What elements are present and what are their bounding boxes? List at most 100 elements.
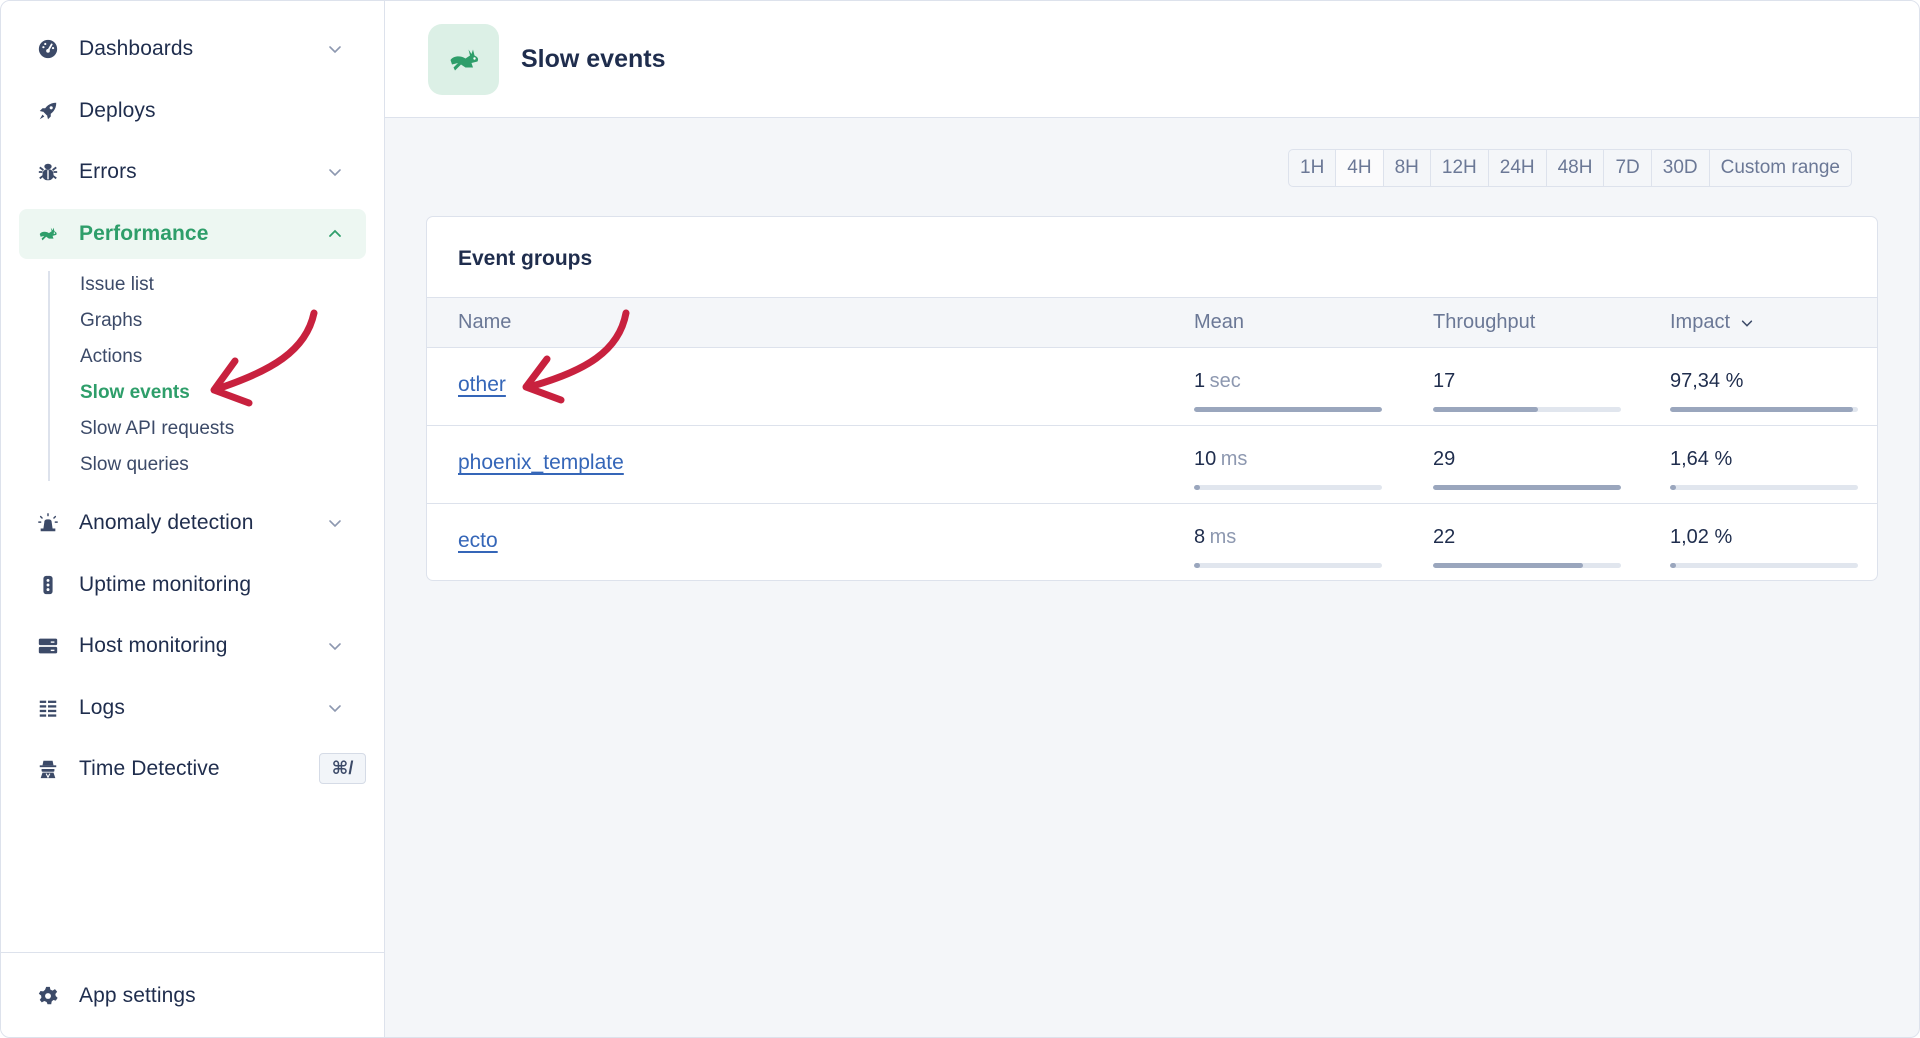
- impact-bar: [1670, 563, 1858, 568]
- mean-unit: ms: [1220, 448, 1248, 470]
- column-header-impact-label: Impact: [1670, 311, 1731, 333]
- server-icon: [37, 635, 59, 657]
- chevron-down-icon: [329, 643, 341, 651]
- submenu-item-issue-list[interactable]: Issue list: [80, 274, 154, 296]
- siren-icon: [37, 512, 59, 534]
- sidebar-item-label: Uptime monitoring: [79, 573, 252, 596]
- table-row[interactable]: phoenix_template 10 ms 29 1,64 %: [427, 426, 1877, 504]
- mean-bar-fill: [1194, 407, 1382, 412]
- mean-unit: ms: [1209, 526, 1237, 548]
- mean-cell: 10 ms: [1194, 448, 1382, 490]
- sidebar-item-label: Logs: [79, 696, 125, 719]
- column-header-name[interactable]: Name: [458, 311, 511, 334]
- mean-unit: sec: [1209, 370, 1241, 392]
- range-button-1h[interactable]: 1H: [1289, 150, 1337, 186]
- detective-icon: [37, 758, 59, 780]
- impact-cell: 97,34 %: [1670, 370, 1858, 412]
- impact-cell: 1,02 %: [1670, 526, 1858, 568]
- impact-cell: 1,64 %: [1670, 448, 1858, 490]
- impact-bar-fill: [1670, 485, 1676, 490]
- impact-bar-fill: [1670, 563, 1676, 568]
- sidebar-item-label: Dashboards: [79, 37, 194, 60]
- throughput-cell: 29: [1433, 448, 1621, 490]
- sidebar-item-uptime-monitoring[interactable]: Uptime monitoring: [19, 560, 366, 610]
- chevron-down-icon: [329, 46, 341, 54]
- rabbit-icon: [450, 49, 478, 70]
- sidebar-item-label: Performance: [79, 222, 209, 245]
- range-button-4h[interactable]: 4H: [1336, 150, 1384, 186]
- range-button-12h[interactable]: 12H: [1431, 150, 1489, 186]
- throughput-bar: [1433, 485, 1621, 490]
- page-title: Slow events: [521, 45, 666, 73]
- gear-icon: [37, 985, 59, 1007]
- dashboard-gauge-icon: [37, 38, 59, 60]
- range-button-7d[interactable]: 7D: [1604, 150, 1652, 186]
- event-group-link[interactable]: other: [458, 373, 506, 397]
- chevron-down-icon: [329, 169, 341, 177]
- range-button-24h[interactable]: 24H: [1489, 150, 1547, 186]
- column-header-impact[interactable]: Impact: [1670, 311, 1754, 334]
- throughput-bar: [1433, 407, 1621, 412]
- throughput-value: 17: [1433, 370, 1456, 392]
- sidebar-item-logs[interactable]: Logs: [19, 683, 366, 733]
- mean-bar: [1194, 485, 1382, 490]
- chevron-up-icon: [329, 229, 341, 237]
- mean-value: 8: [1194, 526, 1206, 548]
- throughput-bar: [1433, 563, 1621, 568]
- impact-value: 1,64 %: [1670, 448, 1733, 470]
- mean-value: 1: [1194, 370, 1206, 392]
- table-row[interactable]: ecto 8 ms 22 1,02 %: [427, 504, 1877, 580]
- sidebar-item-time-detective[interactable]: Time Detective ⌘/: [19, 744, 366, 794]
- sidebar-footer: App settings: [1, 952, 384, 1037]
- range-button-custom[interactable]: Custom range: [1710, 150, 1851, 186]
- mean-bar-fill: [1194, 485, 1200, 490]
- submenu-item-actions[interactable]: Actions: [80, 346, 142, 368]
- submenu-item-slow-api-requests[interactable]: Slow API requests: [80, 418, 234, 440]
- mean-cell: 8 ms: [1194, 526, 1382, 568]
- page-header: Slow events: [385, 1, 1919, 118]
- impact-bar: [1670, 407, 1858, 412]
- sidebar-item-errors[interactable]: Errors: [19, 147, 366, 197]
- throughput-cell: 17: [1433, 370, 1621, 412]
- impact-value: 97,34 %: [1670, 370, 1744, 392]
- throughput-value: 29: [1433, 448, 1456, 470]
- sidebar-item-host-monitoring[interactable]: Host monitoring: [19, 621, 366, 671]
- sidebar-item-app-settings[interactable]: App settings: [19, 971, 366, 1021]
- impact-value: 1,02 %: [1670, 526, 1733, 548]
- impact-bar-fill: [1670, 407, 1853, 412]
- sidebar-item-deploys[interactable]: Deploys: [19, 86, 366, 136]
- sidebar: Dashboards Deploys Errors Performance Is…: [1, 1, 385, 1037]
- sidebar-item-anomaly-detection[interactable]: Anomaly detection: [19, 498, 366, 548]
- chevron-down-icon: [329, 520, 341, 528]
- sidebar-item-label: Deploys: [79, 99, 156, 122]
- sidebar-item-dashboards[interactable]: Dashboards: [19, 24, 366, 74]
- mean-bar-fill: [1194, 563, 1200, 568]
- range-button-48h[interactable]: 48H: [1547, 150, 1605, 186]
- submenu-item-graphs[interactable]: Graphs: [80, 310, 142, 332]
- list-icon: [37, 697, 59, 719]
- throughput-bar-fill: [1433, 485, 1621, 490]
- app-window: Dashboards Deploys Errors Performance Is…: [0, 0, 1920, 1038]
- event-groups-card: Event groups Name Mean Throughput Impact…: [426, 216, 1878, 581]
- range-button-8h[interactable]: 8H: [1384, 150, 1431, 186]
- performance-submenu: Issue list Graphs Actions Slow events Sl…: [48, 271, 348, 481]
- page-icon: [428, 24, 499, 95]
- time-range-selector: 1H 4H 8H 12H 24H 48H 7D 30D Custom range: [1288, 149, 1852, 187]
- keyboard-shortcut-badge: ⌘/: [319, 753, 366, 784]
- event-group-link[interactable]: ecto: [458, 529, 498, 553]
- table-row[interactable]: other 1 sec 17 97,34 %: [427, 348, 1877, 426]
- traffic-light-icon: [37, 574, 59, 596]
- rocket-icon: [37, 100, 59, 122]
- table-header: Name Mean Throughput Impact: [427, 297, 1877, 348]
- sidebar-item-performance[interactable]: Performance: [19, 209, 366, 259]
- sidebar-item-label: Errors: [79, 160, 137, 183]
- column-header-mean[interactable]: Mean: [1194, 311, 1244, 334]
- submenu-item-slow-queries[interactable]: Slow queries: [80, 454, 189, 476]
- range-button-30d[interactable]: 30D: [1652, 150, 1710, 186]
- column-header-throughput[interactable]: Throughput: [1433, 311, 1535, 334]
- card-title: Event groups: [458, 247, 593, 270]
- mean-bar: [1194, 563, 1382, 568]
- event-group-link[interactable]: phoenix_template: [458, 451, 624, 475]
- sidebar-item-label: App settings: [79, 984, 196, 1007]
- submenu-item-slow-events[interactable]: Slow events: [80, 382, 190, 404]
